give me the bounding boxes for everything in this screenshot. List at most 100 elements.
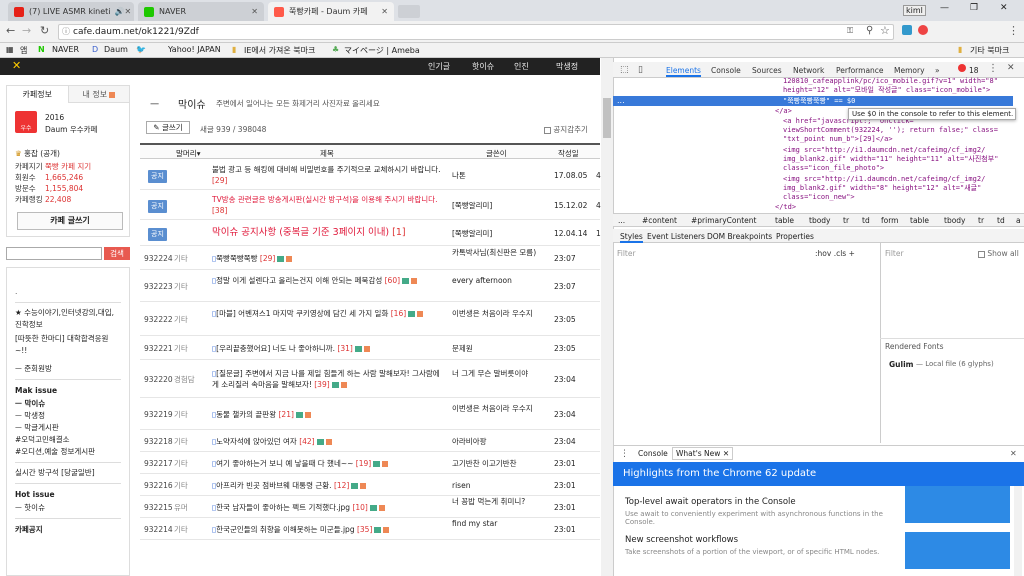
dom-node-line[interactable]: class="icon_file_photo"> [783,164,884,173]
drawer-scrollbar[interactable] [1014,486,1022,576]
search-button[interactable]: 검색 [104,247,130,260]
comment-count[interactable]: [12] [332,481,349,490]
notice-row[interactable]: 공지 막이슈 공지사항 (중복글 기준 3페이지 이내) [1] [쭉빵알리미] 12… [140,220,606,246]
tab-daum-cafe[interactable]: 쭉빵카페 - Daum 카페 ✕ [268,2,394,21]
breadcrumb-item[interactable]: table [775,216,794,225]
styles-filter-input[interactable]: Filter [617,249,636,258]
dom-node-line[interactable]: "쭉빵쭉빵쭉빵" == $0 [783,97,855,106]
devtools-tab-network[interactable]: Network [793,66,824,75]
post-author[interactable]: 너 그게 무슨 말버릇이야 [452,368,544,379]
minimize-button[interactable]: — [940,3,949,13]
comment-count[interactable]: [35] [355,525,372,534]
devtools-tab-console[interactable]: Console [711,66,741,75]
error-count[interactable]: 18 [969,66,979,75]
cafe-logo-icon[interactable]: ✕ [12,59,21,72]
post-author[interactable]: 이번생은 처음이라 우수지 [452,403,544,414]
comment-count[interactable]: [10] [350,503,367,512]
comment-count[interactable]: [29] [258,254,275,263]
dom-node-line[interactable]: 120810_cafeapplink/pc/ico_mobile.gif?v=1… [783,77,998,86]
table-row[interactable]: 932216 기타 ▯아프리카 빈곳 점바브웨 대통령 근황. [12] risen 2… [140,474,600,496]
tab-dom-breakpoints[interactable]: DOM Breakpoints [707,232,772,241]
breadcrumb-item[interactable]: tr [843,216,849,225]
menu-item[interactable]: 실시간 방구석 [당굴일반] [15,467,121,479]
table-row[interactable]: 932221 기타 ▯[우리끝충했어요] 너도 나 좋아하니까. [31] 문제원 23… [140,336,600,360]
devtools-more-tabs[interactable]: » [935,66,940,75]
extension-icon[interactable] [918,25,928,35]
post-title[interactable]: 막이슈 공지사항 (중복글 기준 3페이지 이내) [1] [212,227,444,238]
post-author[interactable]: 아라비아팡 [452,436,544,447]
breadcrumb-item[interactable]: a [1016,216,1021,225]
drawer-tab-whats-new[interactable]: What's New ✕ [672,447,734,460]
bookmark-yahoo[interactable]: Yahoo! JAPAN [168,45,221,54]
hide-notice-toggle[interactable]: 공지감추기 [544,124,588,135]
devtools-tab-elements[interactable]: Elements [666,66,701,77]
bookmark-apps[interactable]: 앱 [20,45,27,56]
device-icon[interactable]: ▯ [638,65,643,75]
post-category[interactable]: 기타 [174,343,188,354]
table-row[interactable]: 932224 기타 ▯쭉빵쭉빵쭉빵 [29] 카톡박사님(최신판은 모름) 23:07 [140,246,600,270]
key-icon[interactable]: ⚿ [847,26,853,36]
drawer-menu-icon[interactable]: ⋮ [620,449,629,459]
tab-youtube[interactable]: (7) LIVE ASMR kineti 🔊 ✕ [8,2,134,21]
post-title[interactable]: ▯쭉빵쭉빵쭉빵 [29] [212,253,444,264]
star-icon[interactable]: ☆ [880,24,890,37]
whats-new-thumbnail[interactable] [905,486,1010,523]
post-author[interactable]: every afternoon [452,275,544,286]
post-author[interactable]: risen [452,480,544,491]
maximize-button[interactable]: ❐ [970,3,978,13]
scrollbar-thumb[interactable] [603,98,611,138]
computed-filter-input[interactable]: Filter [885,249,904,258]
comment-count[interactable]: [16] [388,309,406,318]
dom-node-line[interactable]: img_blank2.gif" width="11" height="11" a… [783,155,998,164]
back-button[interactable]: ← [6,24,15,37]
breadcrumb-item[interactable]: tbody [809,216,831,225]
window-close-button[interactable]: ✕ [1000,3,1008,13]
post-title[interactable]: ▯[마블] 어벤져스1 마지막 쿠키영상에 담긴 세 가지 일화 [16] [212,308,444,319]
devtools-menu-icon[interactable]: ⋮ [988,63,998,74]
post-author[interactable]: 카톡박사님(최신판은 모름) [452,247,544,258]
tab-styles[interactable]: Styles [620,232,643,243]
breadcrumb-item[interactable]: td [862,216,870,225]
comment-count[interactable]: [38] [212,206,227,215]
post-author[interactable]: 고기반찬 이고기반찬 [452,458,544,469]
post-title[interactable]: ▯노약자석에 앉아있던 여자 [42] [212,436,444,447]
post-author[interactable]: 나톤 [452,170,544,181]
post-title[interactable]: 불법 광고 등 해킹에 대비해 비밀번호를 주기적으로 교체하시기 바랍니다. … [212,164,444,186]
zoom-icon[interactable]: ⚲ [866,25,873,36]
devtools-tab-performance[interactable]: Performance [836,66,884,75]
post-category[interactable]: 기타 [174,253,188,264]
dom-node-line[interactable]: class="icon_new"> [783,193,855,202]
whats-new-thumbnail[interactable] [905,532,1010,569]
breadcrumb-item[interactable]: #content [642,216,677,225]
menu-item[interactable]: ㅡ 막생정 [15,410,121,422]
dom-node-line[interactable]: viewShortComment(932224, ''); return fal… [783,126,998,135]
post-title[interactable]: TV방송 관련글은 방송게시판(실시간 방구석)을 이용해 주시기 바랍니다. … [212,194,444,216]
post-author[interactable]: 너 꽁밥 먹는게 취미니? [452,496,544,507]
post-category[interactable]: 기타 [174,314,188,325]
comment-count[interactable]: [42] [297,437,314,446]
tab-cafe-info[interactable]: 카페정보 [7,86,68,103]
devtools-tab-memory[interactable]: Memory [894,66,925,75]
menu-item[interactable]: ㅡ 막글게시판 [15,422,121,434]
menu-item[interactable]: ㅡ 준회원방 [15,363,121,375]
tab-properties[interactable]: Properties [776,232,814,241]
post-title[interactable]: ▯한국 남자들이 좋아하는 펙트 기적했다.jpg [10] [212,502,444,513]
bookmark-ie-import[interactable]: IE에서 가져온 북마크 [244,45,315,56]
show-all-toggle[interactable]: Show all [978,249,1019,258]
menu-item-mak-issue[interactable]: ㅡ 막이슈 [15,398,121,410]
breadcrumb-item[interactable]: table [910,216,929,225]
checkbox[interactable] [544,126,551,134]
comment-count[interactable]: [60] [382,276,400,285]
breadcrumb-item[interactable]: tbody [944,216,966,225]
menu-item[interactable]: ★ 수능이야기,인터넷강의,대입, 진학정보 [15,307,121,331]
tab-event-listeners[interactable]: Event Listeners [647,232,705,241]
post-category[interactable]: 기타 [174,281,188,292]
close-icon[interactable]: ✕ [381,7,388,16]
manager[interactable]: ♛ 홍잡 (공개) [15,148,60,159]
bookmark-naver[interactable]: NAVER [52,45,79,54]
error-icon[interactable] [958,64,966,72]
comment-count[interactable]: [29] [212,176,227,185]
menu-item[interactable]: [따뜻한 한마디] 대학합격응원 ~!! [15,333,121,357]
post-category[interactable]: 경험담 [174,374,195,385]
drawer-tab-console[interactable]: Console [638,449,668,458]
